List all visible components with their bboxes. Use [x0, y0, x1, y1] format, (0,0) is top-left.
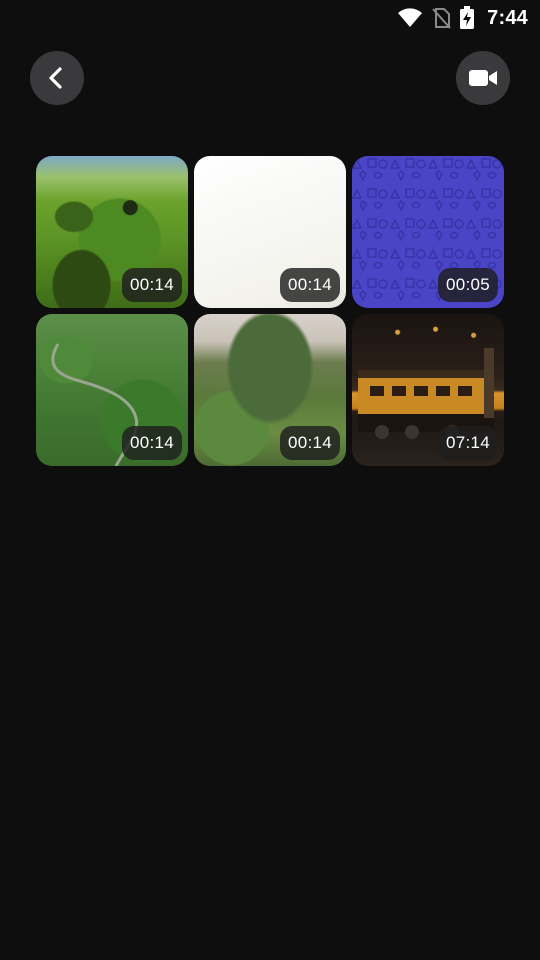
- back-button[interactable]: [30, 51, 84, 105]
- video-tile[interactable]: 07:14: [352, 314, 504, 466]
- chevron-left-icon: [45, 66, 69, 90]
- wifi-icon: [397, 8, 423, 28]
- duration-badge: 00:05: [437, 268, 498, 302]
- video-tile[interactable]: 00:14: [36, 156, 188, 308]
- battery-charging-icon: [459, 6, 475, 30]
- clock-time: 7:44: [487, 6, 528, 29]
- duration-badge: 00:14: [121, 268, 182, 302]
- status-bar: 7:44: [0, 0, 540, 36]
- video-camera-icon: [468, 68, 498, 88]
- video-picker-screen: 7:44 00:14 00:14 00:05 00:14 00:14 07:14: [0, 0, 540, 960]
- duration-badge: 00:14: [279, 268, 340, 302]
- video-grid: 00:14 00:14 00:05 00:14 00:14 07:14: [36, 156, 504, 466]
- video-tile[interactable]: 00:14: [194, 314, 346, 466]
- video-tile[interactable]: 00:14: [194, 156, 346, 308]
- duration-badge: 00:14: [279, 426, 340, 460]
- no-sim-icon: [431, 7, 451, 29]
- video-tile[interactable]: 00:05: [352, 156, 504, 308]
- record-video-button[interactable]: [456, 51, 510, 105]
- duration-badge: 07:14: [437, 426, 498, 460]
- duration-badge: 00:14: [121, 426, 182, 460]
- video-tile[interactable]: 00:14: [36, 314, 188, 466]
